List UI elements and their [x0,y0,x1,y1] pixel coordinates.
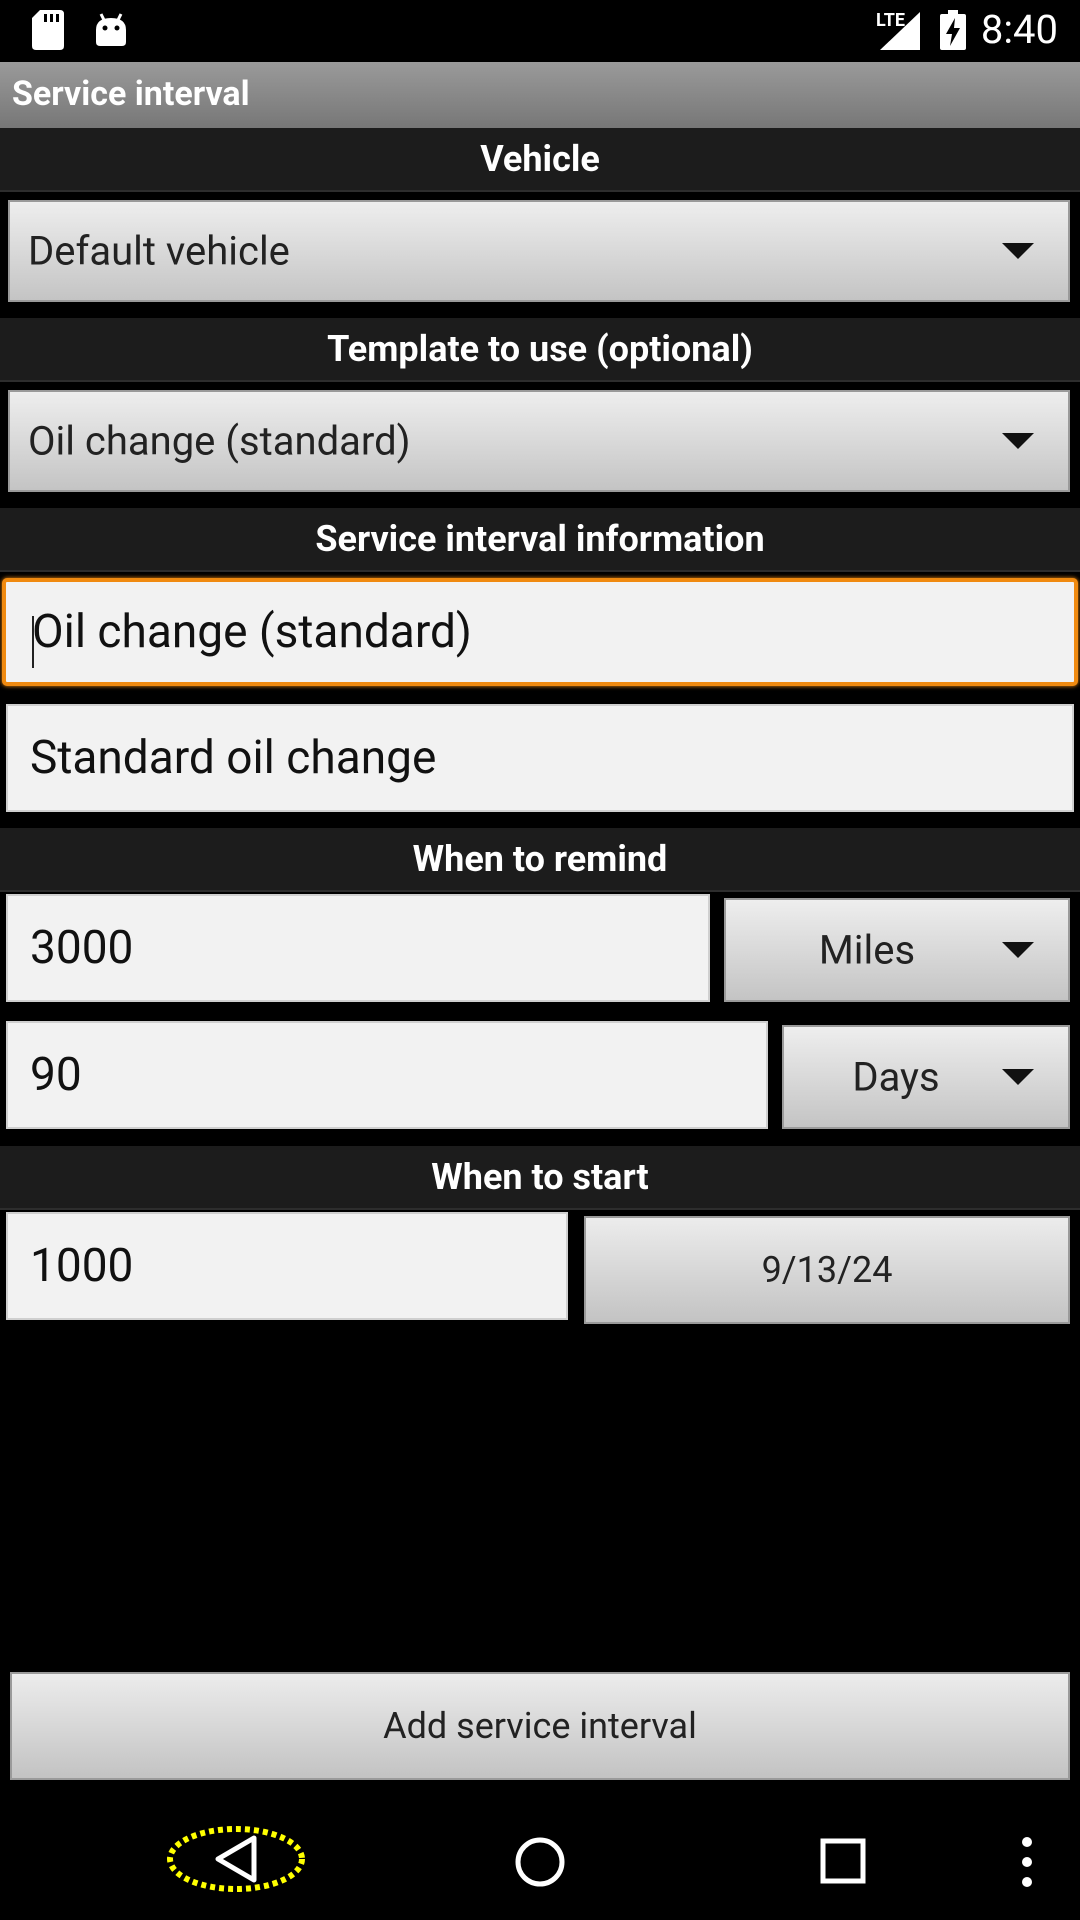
navigation-bar [0,1790,1080,1920]
vehicle-selected-value: Default vehicle [28,227,290,275]
signal-icon [880,12,920,50]
chevron-down-icon [1002,1069,1034,1085]
section-header-label: When to remind [412,838,668,880]
start-odometer-input[interactable]: 1000 [6,1212,568,1320]
chevron-down-icon [1002,942,1034,958]
interval-name-input[interactable]: Oil change (standard) [2,578,1078,686]
android-icon [96,13,126,46]
section-header-label: When to start [431,1156,649,1198]
vehicle-dropdown[interactable]: Default vehicle [8,200,1070,302]
interval-description-value: Standard oil change [30,731,437,785]
battery-charging-icon [940,10,966,50]
start-date-button[interactable]: 9/13/24 [584,1216,1070,1324]
section-header-vehicle: Vehicle [0,128,1080,192]
page-title: Service interval [12,74,250,114]
section-header-label: Template to use (optional) [327,328,753,370]
status-bar: LTE 8:40 [0,0,1080,62]
interval-description-input[interactable]: Standard oil change [6,704,1074,812]
remind-time-input[interactable]: 90 [6,1021,768,1129]
overflow-menu-icon[interactable] [1014,1834,1040,1890]
app-bar: Service interval [0,62,1080,128]
remind-distance-input[interactable]: 3000 [6,894,710,1002]
chevron-down-icon [1002,243,1034,259]
distance-unit-dropdown[interactable]: Miles [724,898,1070,1002]
clock: 8:40 [980,6,1058,53]
section-header-label: Service interval information [315,518,765,560]
sd-card-icon [32,10,64,50]
remind-distance-value: 3000 [30,921,134,975]
interval-name-value: Oil change (standard) [32,605,472,659]
section-header-template: Template to use (optional) [0,318,1080,382]
remind-time-value: 90 [30,1048,82,1102]
section-header-start: When to start [0,1146,1080,1210]
time-unit-dropdown[interactable]: Days [782,1025,1070,1129]
add-service-interval-button[interactable]: Add service interval [10,1672,1070,1780]
section-header-label: Vehicle [480,138,600,180]
chevron-down-icon [1002,433,1034,449]
template-dropdown[interactable]: Oil change (standard) [8,390,1070,492]
time-unit-value: Days [852,1053,940,1101]
home-icon[interactable] [512,1834,568,1890]
template-selected-value: Oil change (standard) [28,417,411,465]
start-odometer-value: 1000 [30,1239,134,1293]
back-icon[interactable] [164,1824,308,1894]
section-header-info: Service interval information [0,508,1080,572]
recents-icon[interactable] [818,1836,868,1886]
distance-unit-value: Miles [818,926,916,974]
section-header-remind: When to remind [0,828,1080,892]
